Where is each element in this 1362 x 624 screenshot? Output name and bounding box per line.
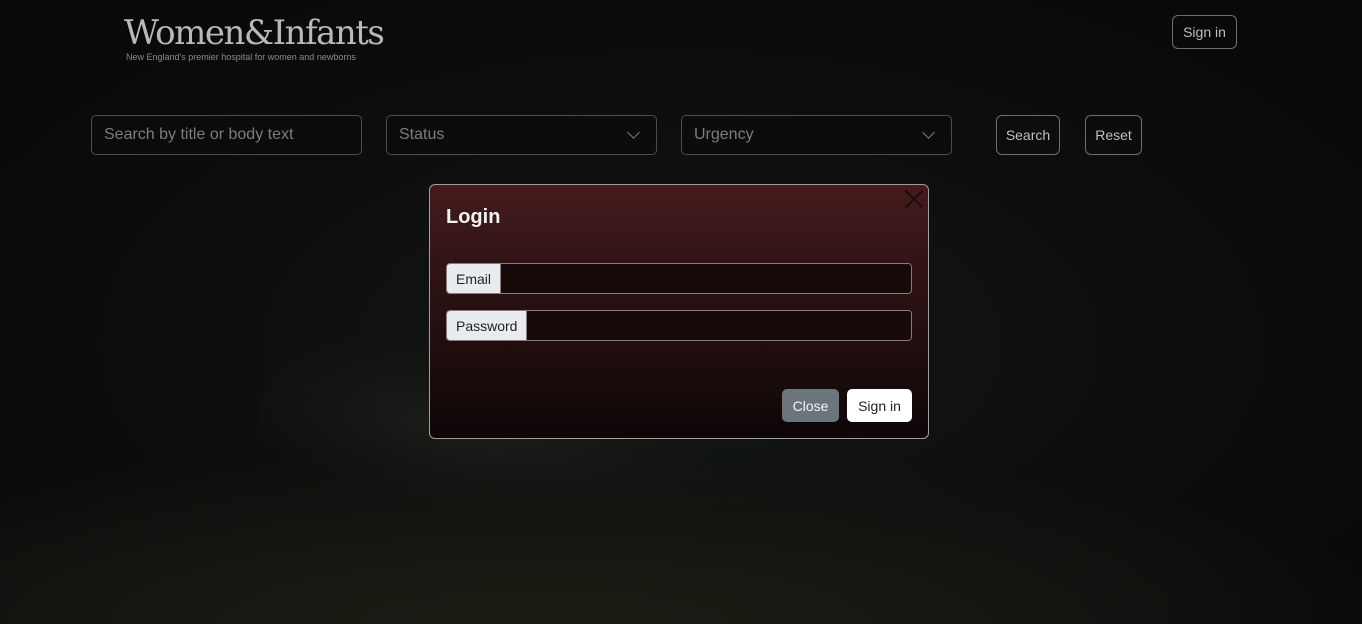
password-label: Password [447,311,528,340]
status-select-label: Status [399,126,445,143]
reset-button[interactable]: Reset [1085,115,1142,155]
email-field[interactable] [501,264,911,293]
search-button[interactable]: Search [996,115,1060,155]
search-input[interactable]: Search by title or body text [91,115,362,155]
urgency-select[interactable]: Urgency [681,115,952,155]
email-input-group: Email [446,263,912,294]
email-label: Email [447,264,502,293]
modal-signin-button[interactable]: Sign in [847,389,912,422]
login-modal: Login Email Password Close Sign in [429,184,929,439]
close-icon[interactable] [904,189,924,209]
status-select[interactable]: Status [386,115,657,155]
chevron-down-icon [922,126,935,139]
close-button[interactable]: Close [782,389,839,422]
password-input-group: Password [446,310,912,341]
password-field[interactable] [527,311,911,340]
logo-title: Women&Infants [124,13,385,53]
header-signin-button[interactable]: Sign in [1172,15,1237,49]
chevron-down-icon [627,126,640,139]
logo-tagline: New England's premier hospital for women… [126,52,356,62]
site-logo[interactable]: Women&Infants New England's premier hosp… [124,13,385,62]
urgency-select-label: Urgency [694,126,754,143]
modal-title: Login [446,206,501,228]
